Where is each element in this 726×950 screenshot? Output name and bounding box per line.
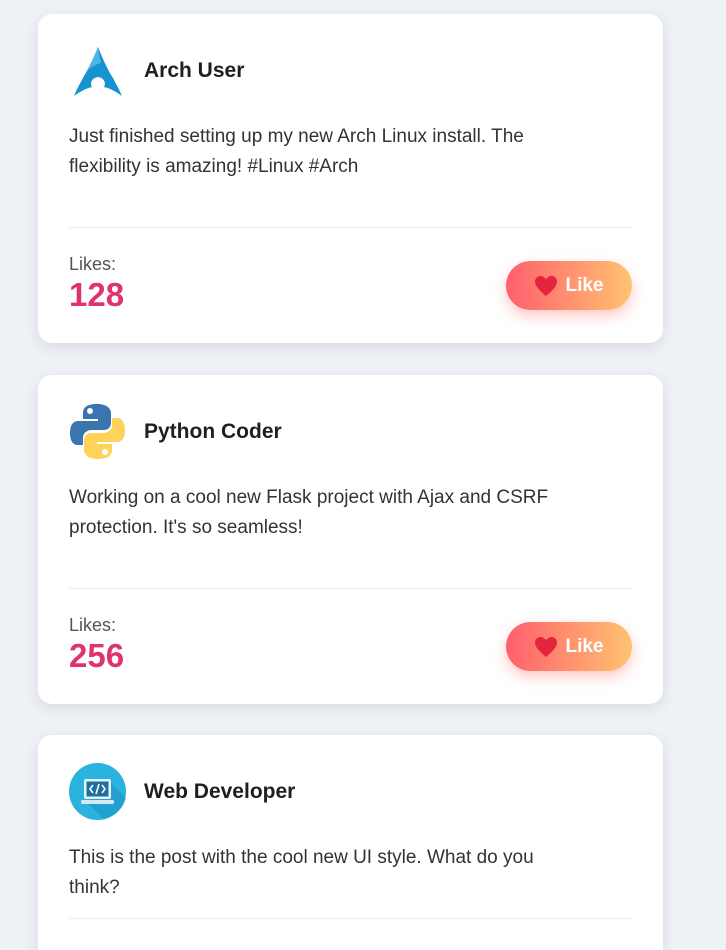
post-author[interactable]: Web Developer	[144, 780, 295, 804]
divider	[69, 588, 632, 589]
code-monitor-icon	[69, 763, 126, 820]
post-card: Arch User Just finished setting up my ne…	[38, 14, 663, 343]
post-text: Just finished setting up my new Arch Lin…	[69, 126, 524, 177]
divider	[69, 227, 632, 228]
divider	[69, 918, 632, 919]
likes-count: 128	[69, 276, 125, 313]
post-text: This is the post with the cool new UI st…	[69, 847, 534, 898]
post-header: Web Developer	[69, 763, 295, 820]
like-button-label: Like	[565, 274, 604, 296]
post-header: Python Coder	[69, 403, 282, 460]
post-author[interactable]: Arch User	[144, 59, 244, 83]
heart-icon	[534, 636, 558, 658]
arch-linux-logo-icon	[69, 42, 126, 99]
likes-label: Likes:	[69, 254, 117, 274]
like-button[interactable]: Like	[506, 261, 632, 310]
likes-label: Likes:	[69, 615, 117, 635]
post-card: Python Coder Working on a cool new Flask…	[38, 375, 663, 704]
python-logo-icon	[69, 403, 126, 460]
heart-icon	[534, 275, 558, 297]
like-button-label: Like	[565, 635, 604, 657]
likes-count: 256	[69, 637, 125, 674]
post-header: Arch User	[69, 42, 244, 99]
post-text: Working on a cool new Flask project with…	[69, 487, 549, 538]
post-card: Web Developer This is the post with the …	[38, 735, 663, 950]
post-author[interactable]: Python Coder	[144, 420, 282, 444]
like-button[interactable]: Like	[506, 622, 632, 671]
post-feed: Arch User Just finished setting up my ne…	[0, 0, 726, 950]
